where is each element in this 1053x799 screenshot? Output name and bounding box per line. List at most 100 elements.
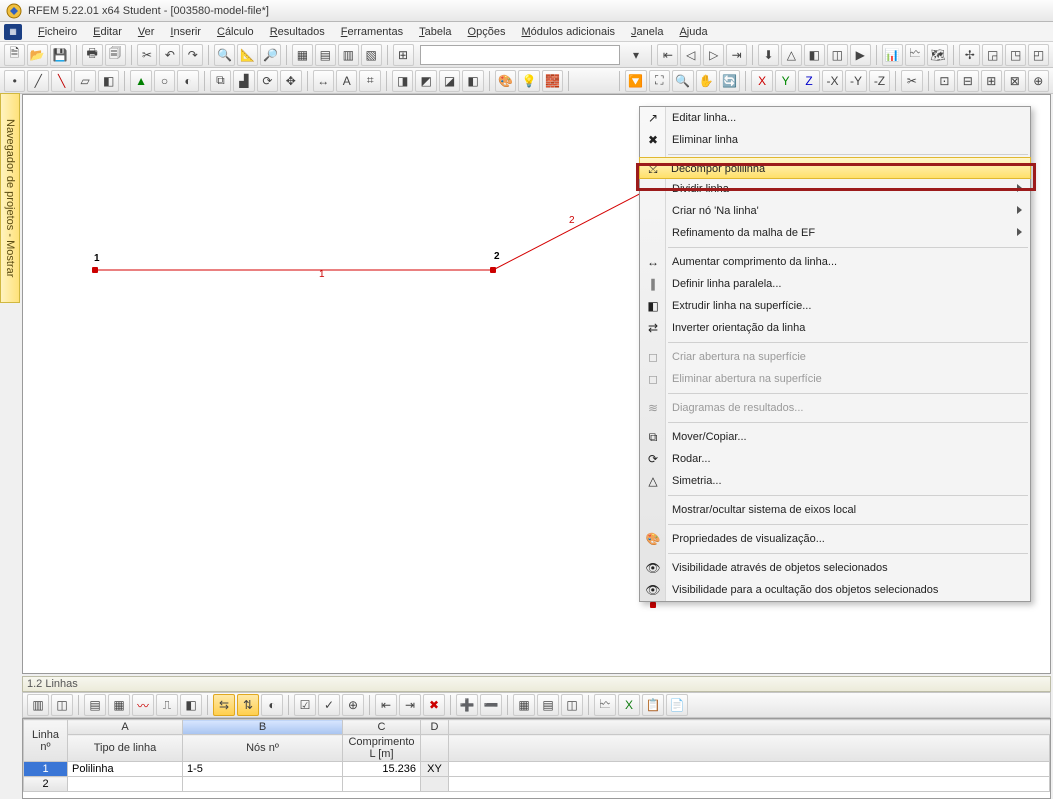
project-navigator-tab[interactable]: Navegador de projetos - Mostrar (0, 93, 20, 303)
menu-resultados[interactable]: Resultados (262, 24, 333, 40)
ctx-mover-copiar[interactable]: ⧉Mover/Copiar... (640, 426, 1030, 448)
row-number[interactable]: 1 (24, 762, 68, 777)
ctx-mostrar-ocultar-sistema-de-eixos-local[interactable]: Mostrar/ocultar sistema de eixos local (640, 499, 1030, 521)
tbl-btn-4[interactable]: ▦ (108, 694, 130, 716)
texture-button[interactable]: 🧱 (542, 70, 563, 92)
col-letter-C[interactable]: C (343, 720, 421, 735)
menu-ajuda[interactable]: Ajuda (671, 24, 715, 40)
ctx-criar-n-na-linha[interactable]: Criar nó 'Na linha' (640, 200, 1030, 222)
undo-button[interactable]: ↶ (159, 44, 180, 66)
calc-button[interactable]: ▶ (850, 44, 871, 66)
address-combo[interactable] (420, 45, 620, 65)
menu-c-lculo[interactable]: Cálculo (209, 24, 262, 40)
col-header-D[interactable] (421, 735, 449, 762)
ctx-dividir-linha[interactable]: Dividir linha (640, 178, 1030, 200)
col-letter-A[interactable]: A (68, 720, 183, 735)
axis-x-button[interactable]: X (751, 70, 772, 92)
print-preview-button[interactable]: 🗐 (105, 44, 126, 66)
tbl-btn-10[interactable]: ✓ (318, 694, 340, 716)
node-tool-button[interactable]: • (4, 70, 25, 92)
nav-last-button[interactable]: ⇥ (726, 44, 747, 66)
hinge-tool-button[interactable]: ○ (154, 70, 175, 92)
view-yz-button[interactable]: ◧ (462, 70, 483, 92)
tbl-btn-3[interactable]: ▤ (84, 694, 106, 716)
ctx-inverter-orienta-o-da-linha[interactable]: ⇄Inverter orientação da linha (640, 317, 1030, 339)
tbl-btn-2[interactable]: ◫ (51, 694, 73, 716)
snap-2-button[interactable]: ⊟ (957, 70, 978, 92)
tbl-sync-1-button[interactable]: ⇆ (213, 694, 235, 716)
tbl-btn-9[interactable]: ☑ (294, 694, 316, 716)
ctx-extrudir-linha-na-superf-cie[interactable]: ◧Extrudir linha na superfície... (640, 295, 1030, 317)
view-wire-button[interactable]: ▦ (292, 44, 313, 66)
row-number[interactable]: 2 (24, 777, 68, 792)
results-3-button[interactable]: 🗺 (927, 44, 948, 66)
tbl-sync-2-button[interactable]: ⇅ (237, 694, 259, 716)
tbl-btn-7[interactable]: ◧ (180, 694, 202, 716)
cell[interactable]: 1-5 (183, 762, 343, 777)
ctx-aumentar-comprimento-da-linha[interactable]: ↔Aumentar comprimento da linha... (640, 251, 1030, 273)
dropdown-arrow-icon[interactable]: ▾ (626, 44, 647, 66)
zoom-extents-button[interactable]: ⛶ (649, 70, 670, 92)
tbl-btn-12[interactable]: ⇤ (375, 694, 397, 716)
ctx-visibilidade-para-a-oculta-o-dos-objetos-selecionados[interactable]: 👁Visibilidade para a ocultação dos objet… (640, 579, 1030, 601)
clip-button[interactable]: ✂ (901, 70, 922, 92)
support-tool-button[interactable]: ▲ (130, 70, 151, 92)
print-button[interactable]: 🖶 (82, 44, 103, 66)
snap-5-button[interactable]: ⊕ (1028, 70, 1049, 92)
nav-prev-button[interactable]: ◁ (680, 44, 701, 66)
ctx-simetria[interactable]: △Simetria... (640, 470, 1030, 492)
tbl-btn-11[interactable]: ⊕ (342, 694, 364, 716)
snap-4-button[interactable]: ⊠ (1004, 70, 1025, 92)
grid-button[interactable]: ⊞ (393, 44, 414, 66)
menu-m-dulos-adicionais[interactable]: Módulos adicionais (513, 24, 623, 40)
view-trans-button[interactable]: ▧ (361, 44, 382, 66)
supports-button[interactable]: △ (781, 44, 802, 66)
axes-button[interactable]: ✢ (959, 44, 980, 66)
zoom-window-button[interactable]: 🔍 (672, 70, 693, 92)
col-header-C[interactable]: ComprimentoL [m] (343, 735, 421, 762)
axis-z-button[interactable]: Z (798, 70, 819, 92)
table-row[interactable]: 2 (24, 777, 1050, 792)
rotate-tool-button[interactable]: ⟳ (257, 70, 278, 92)
sections-button[interactable]: ◫ (827, 44, 848, 66)
nav-first-button[interactable]: ⇤ (657, 44, 678, 66)
data-table[interactable]: Linha nº A B C D Tipo de linhaNós nºComp… (22, 718, 1051, 799)
tbl-btn-18[interactable]: ▤ (537, 694, 559, 716)
view-xz-button[interactable]: ◪ (439, 70, 460, 92)
nav-next-button[interactable]: ▷ (703, 44, 724, 66)
move-tool-button[interactable]: ✥ (280, 70, 301, 92)
cell[interactable] (183, 777, 343, 792)
solid-tool-button[interactable]: ◧ (98, 70, 119, 92)
materials-button[interactable]: ◧ (804, 44, 825, 66)
menu-ver[interactable]: Ver (130, 24, 163, 40)
loads-button[interactable]: ⬇ (758, 44, 779, 66)
menu-op-es[interactable]: Opções (460, 24, 514, 40)
sideview-button[interactable]: ◰ (1028, 44, 1049, 66)
axis-y-button[interactable]: Y (775, 70, 796, 92)
surface-tool-button[interactable]: ▱ (74, 70, 95, 92)
menu-janela[interactable]: Janela (623, 24, 671, 40)
dim-tool-button[interactable]: ↔ (313, 70, 334, 92)
pan-button[interactable]: ✋ (696, 70, 717, 92)
tbl-btn-15[interactable]: ➕ (456, 694, 478, 716)
tbl-btn-6[interactable]: ⎍ (156, 694, 178, 716)
col-letter-D[interactable]: D (421, 720, 449, 735)
mirror-tool-button[interactable]: ▟ (233, 70, 254, 92)
tbl-btn-1[interactable]: ▥ (27, 694, 49, 716)
ctx-eliminar-linha[interactable]: ✖Eliminar linha (640, 129, 1030, 151)
orbit-button[interactable]: 🔄 (719, 70, 740, 92)
table-row[interactable]: 1Polilinha1-515.236XY (24, 762, 1050, 777)
cell[interactable]: XY (421, 762, 449, 777)
new-file-button[interactable]: 🗎 (4, 44, 25, 66)
tbl-btn-22[interactable]: 📄 (666, 694, 688, 716)
release-tool-button[interactable]: ◐ (177, 70, 198, 92)
ctx-rodar[interactable]: ⟳Rodar... (640, 448, 1030, 470)
snap-3-button[interactable]: ⊞ (981, 70, 1002, 92)
col-letter-B[interactable]: B (183, 720, 343, 735)
tbl-btn-21[interactable]: 📋 (642, 694, 664, 716)
view-xy-button[interactable]: ◩ (415, 70, 436, 92)
render-mode-button[interactable]: 🎨 (495, 70, 516, 92)
measure-button[interactable]: 📐 (237, 44, 258, 66)
view-iso-button[interactable]: ◨ (392, 70, 413, 92)
zoom-select-button[interactable]: 🔍 (214, 44, 235, 66)
